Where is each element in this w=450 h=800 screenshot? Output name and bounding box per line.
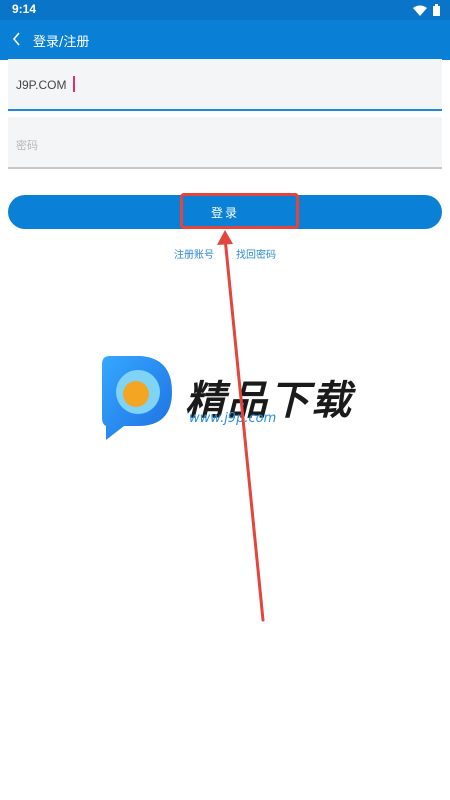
status-bar: 9:14 bbox=[0, 0, 450, 20]
register-link[interactable]: 注册账号 bbox=[174, 246, 214, 261]
username-field[interactable]: J9P.COM bbox=[8, 59, 442, 111]
username-value[interactable]: J9P.COM bbox=[16, 78, 66, 92]
text-cursor bbox=[73, 76, 75, 92]
password-placeholder: 密码 bbox=[16, 139, 38, 152]
status-icons bbox=[413, 4, 440, 16]
login-button-label: 登录 bbox=[210, 205, 239, 220]
watermark-url: www.j9p.com bbox=[189, 411, 277, 426]
forgot-password-link[interactable]: 找回密码 bbox=[236, 246, 276, 261]
battery-icon bbox=[433, 4, 440, 16]
status-time: 9:14 bbox=[12, 2, 37, 16]
p-logo-icon bbox=[102, 356, 172, 440]
watermark-logo: 精品下载 www.j9p.com bbox=[96, 354, 356, 444]
login-button[interactable]: 登录 bbox=[8, 195, 442, 229]
app-bar: 登录/注册 bbox=[0, 20, 450, 60]
wifi-icon bbox=[413, 5, 427, 16]
password-field[interactable]: 密码 bbox=[8, 117, 442, 169]
back-chevron-icon[interactable] bbox=[10, 30, 24, 48]
page-title: 登录/注册 bbox=[33, 35, 90, 50]
